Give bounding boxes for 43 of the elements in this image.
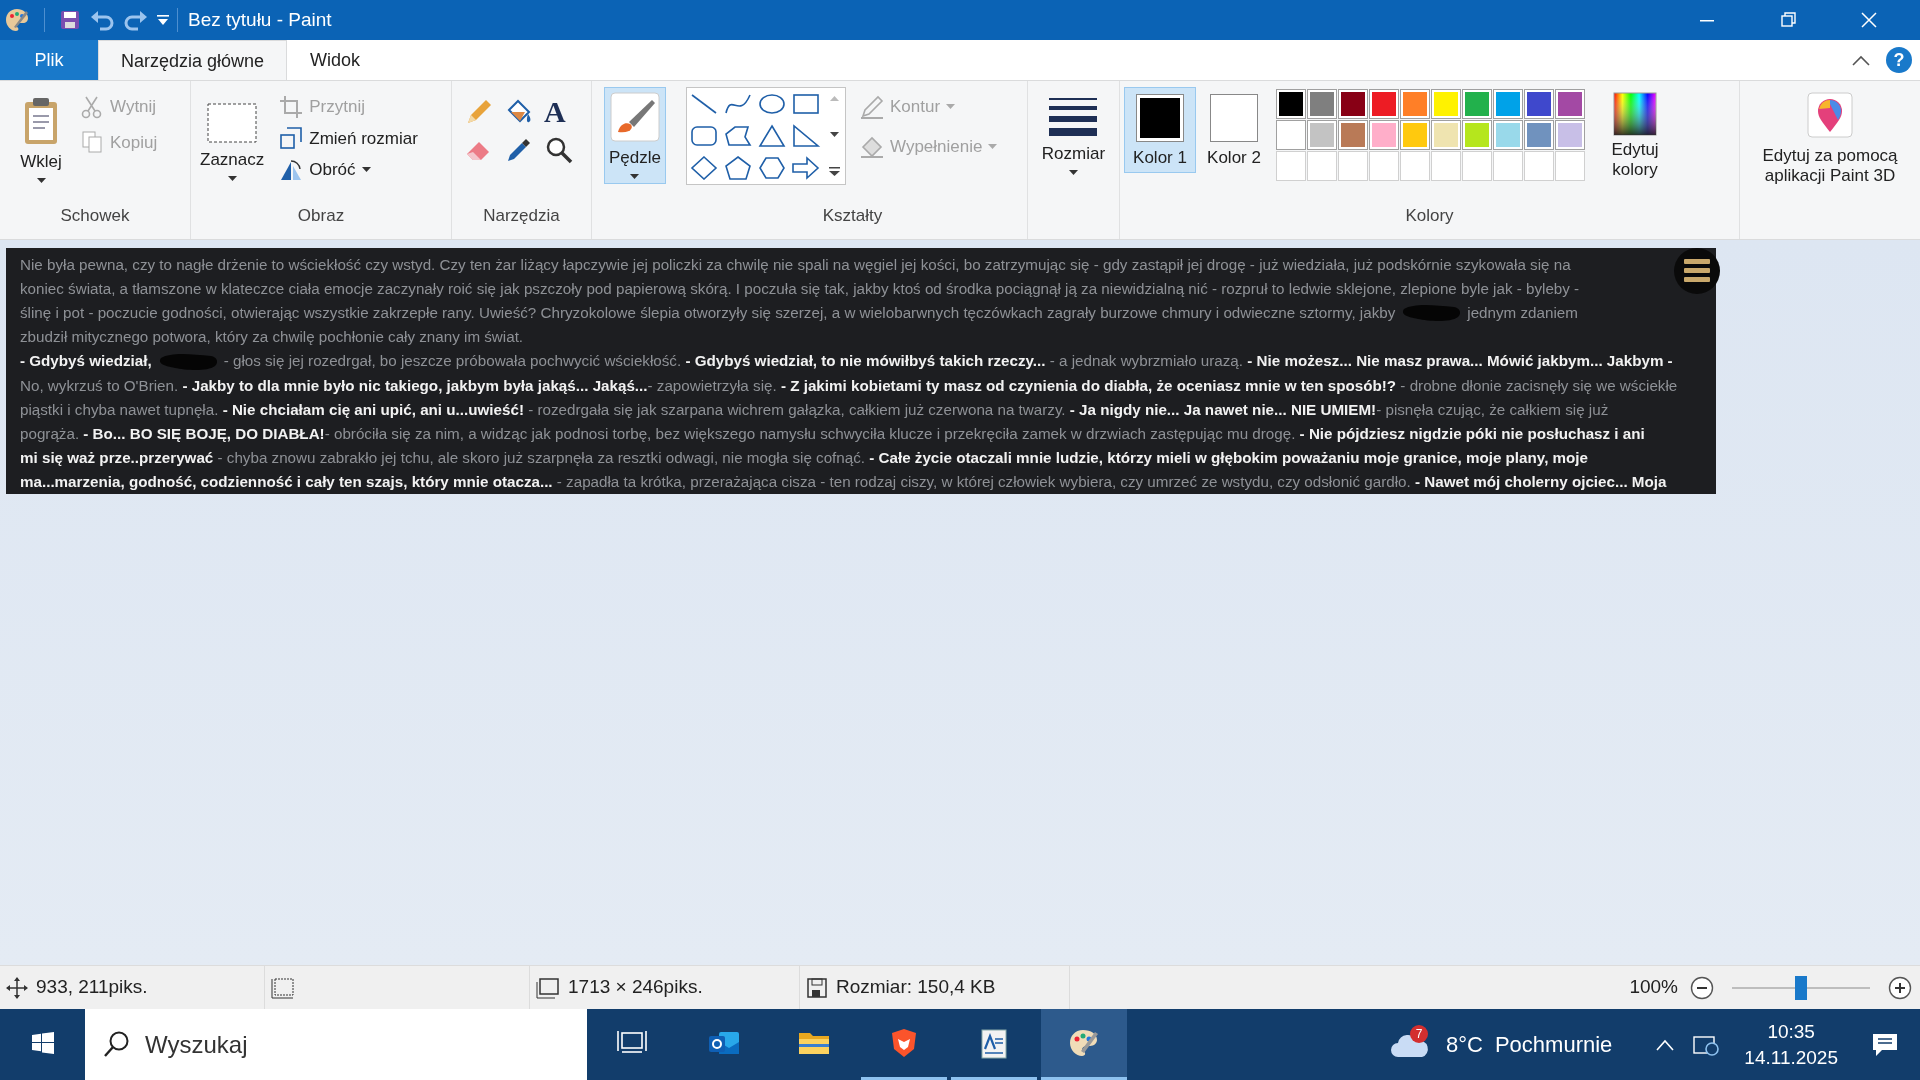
canvas-text: - Gdybyś wiedział, — [20, 351, 152, 372]
canvas-text: mi się waż prze..przerywać - chyba znowu zabrakło jej tchu, ale skoro już szarpnęła za resztki odwagi, nie mogła się cofnąć. - Całe życie otaczali mnie ludzie, którzy mieli w głębokim poważaniu moje granice, moje plany, moje — [20, 448, 1589, 469]
help-button[interactable]: ? — [1886, 47, 1912, 73]
temperature: 8°C — [1446, 1031, 1483, 1059]
ribbon-tab[interactable]: Widok — [287, 40, 384, 80]
brushes-button[interactable]: Pędzle — [604, 87, 666, 185]
group-title: Narzędzia — [482, 205, 561, 227]
color-select-button[interactable]: Kolor 2 — [1200, 87, 1268, 174]
canvas-text: ślinę i pot - poczucie godności, otwierając wszystkie zakrzepłe rany. Uwieść? Chryzokolowe ślepia otworzyły się szerzej, a w wielobarwnych tęczówkach zagrały burzowe chmury i odwieczne sztormy, jakby — [20, 303, 1396, 324]
weather-condition: Pochmurnie — [1494, 1031, 1613, 1059]
canvas-text: koniec świata, a tłamszone w klateczce ciała emocje zaczynały roić się jak pszczoły pod papierową skórą. I poczuła się tak, jakby ktoś od środka pociągnął ją za niewidzialną nić - rozpruł to ledwie sklejone, zlepione byle jak - byleby - — [20, 278, 1580, 299]
edit-colors-button[interactable]: Edytuj kolory — [1595, 87, 1675, 186]
canvas-text: Nie była pewna, czy to nagłe drżenie to wściekłość czy wstyd. Czy ten żar liżący łapczywie jej policzki za chwilę nie spali na węgiel jej kości, bo zatrzymując się - gdy zastąpił jej drogę - już wiedziała, już podskórnie szykowała się na — [20, 254, 1571, 275]
search-field[interactable]: Wyszukaj — [85, 1009, 587, 1080]
file-size: Rozmiar: 150,4 KB — [836, 975, 996, 1000]
group-title: Kształty — [821, 205, 884, 227]
resize-button[interactable]: Zmień rozmiar — [275, 122, 422, 154]
canvas-text: ma...marzenia, godność, codzienność i cały ten szajs, który mnie otacza... - zapadła ta krótka, przerażająca cisza - ten rodzaj ciszy, w której człowiek wybiera, czy umrzeć ze wstydu, czy odsłonić gardło. - Nawet mój cholerny ojciec... Moja — [20, 472, 1667, 493]
clock-date[interactable]: 14.11.2025 — [1744, 1044, 1838, 1071]
color-select-button[interactable]: Kolor 1 — [1124, 87, 1196, 174]
paste-button[interactable]: Wklej — [14, 87, 68, 189]
canvas-text: jednym zdaniem — [1467, 303, 1578, 324]
notification-badge: 7 — [1410, 1024, 1428, 1043]
canvas-text: pogrąża. - Bo... BO SIĘ BOJĘ, DO DIABŁA!- obróciła się za nim, a widząc jak podnosi torbę, bez większego namysłu schwyciła klucze i przekręciła zamek w drzwiach zastępując mu drogę. - Nie pójdziesz nigdzie póki nie posłuchasz i ani — [20, 424, 1645, 444]
group-title: Kolory — [1404, 205, 1455, 227]
text-tool[interactable]: A — [544, 97, 584, 127]
canvas-text: - głos się jej rozedrgał, bo jeszcze próbowała pochwycić wściekłość. - Gdybyś wiedział, to nie mówiłbyś takich rzeczy... - a jednak wybrzmiało urazą. - Nie możesz... Nie masz prawa... Mówić jakbym... Jakbym - — [223, 351, 1673, 372]
canvas-text: No, wykrzuś to O'Brien. - Jakby to dla mnie było nic takiego, jakbym była jakąś... Jakąś...- zapowietrzyła się. - Z jakimi kobietami ty masz od czynienia do diabła, że oceniasz mnie w ten sposób!? - drobne dłonie zacisnęły się we wściekłe — [20, 375, 1678, 396]
file-menu-button[interactable]: Plik — [0, 40, 98, 80]
group-title: Schowek — [59, 205, 131, 227]
size-button[interactable]: Rozmiar — [1036, 87, 1111, 181]
rotate-button[interactable]: Obróć — [275, 154, 422, 186]
cursor-position: 933, 211piks. — [36, 975, 148, 1000]
paint-3d-button[interactable]: Edytuj za pomocą aplikacji Paint 3D — [1740, 87, 1920, 192]
group-title: Obraz — [296, 205, 346, 227]
canvas-text: piąstki i chyba nawet tupnęła. - Nie chciałam cię ani upić, ani u...uwieść! - rozedrgała się jak szarpana wichrem gałązka, całkiem już czerwona na twarzy. - Ja nigdy nie... Ja nawet nie... NIE UMIEM!- pisnęła czując, że całkiem się już — [20, 399, 1609, 420]
select-button[interactable]: Zaznacz — [195, 87, 270, 187]
image-size: 1713 × 246piks. — [568, 975, 703, 1000]
window-title: Bez tytułu - Paint — [188, 7, 332, 32]
ribbon-tab[interactable]: Narzędzia główne — [98, 40, 288, 81]
canvas-text: zbudził mitycznego potwora, który za chwilę pochłonie cały znany im świat. — [20, 327, 524, 348]
zoom-level: 100% — [1629, 975, 1678, 1000]
clock-time[interactable]: 10:35 — [1767, 1018, 1815, 1045]
